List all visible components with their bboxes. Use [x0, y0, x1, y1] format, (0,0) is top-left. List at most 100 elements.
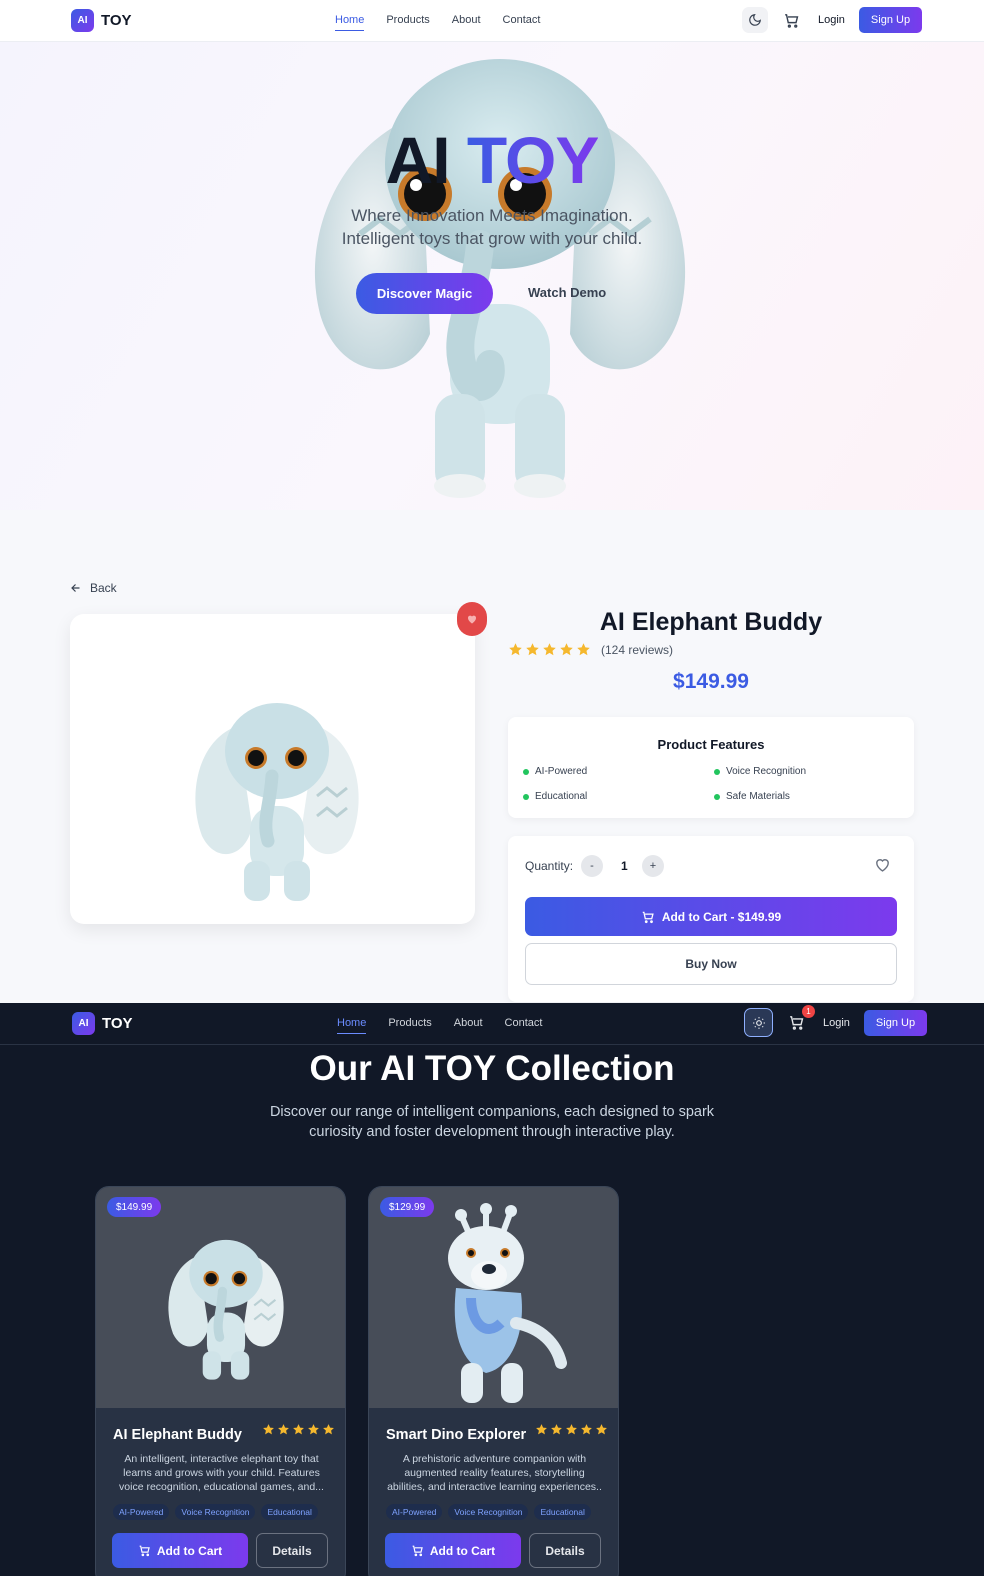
elephant-product-image: [195, 703, 359, 901]
hero-subtitle-line1: Where Innovation Meets Imagination.: [351, 206, 633, 225]
favorite-heart-button[interactable]: [457, 602, 487, 636]
rating-stars: [262, 1423, 335, 1436]
add-to-cart-label: Add to Cart: [429, 1543, 496, 1558]
tag: Voice Recognition: [448, 1504, 529, 1520]
arrow-left-icon: [71, 584, 80, 592]
collection-subtitle: Discover our range of intelligent compan…: [269, 1104, 715, 1140]
heart-outline-icon: [876, 859, 889, 872]
nav-link-home[interactable]: Home: [335, 14, 365, 31]
product-card-image: $149.99: [96, 1187, 345, 1408]
card-add-to-cart-button[interactable]: Add to Cart: [112, 1533, 248, 1568]
add-to-cart-label: Add to Cart - $149.99: [661, 909, 782, 924]
nav-link-contact[interactable]: Contact: [505, 1017, 543, 1034]
back-button[interactable]: Back: [70, 581, 117, 595]
star-icon: [323, 1424, 334, 1435]
nav-link-home[interactable]: Home: [337, 1017, 367, 1034]
watch-demo-button[interactable]: Watch Demo: [528, 285, 606, 300]
add-to-cart-label: Add to Cart: [156, 1543, 223, 1558]
nav-actions: 1 Login Sign Up: [744, 1004, 928, 1037]
product-card-image: $129.99: [369, 1187, 618, 1408]
tag: Voice Recognition: [175, 1504, 256, 1520]
quantity-increase-button[interactable]: +: [642, 855, 664, 877]
star-icon: [596, 1424, 607, 1435]
star-icon: [566, 1424, 577, 1435]
product-card-description: A prehistoric adventure companion with a…: [387, 1453, 602, 1493]
elephant-card-image: [168, 1239, 284, 1380]
signup-button[interactable]: Sign Up: [858, 7, 923, 33]
theme-toggle-button[interactable]: [742, 7, 768, 33]
nav-actions: Login Sign Up: [742, 7, 923, 33]
card-details-button[interactable]: Details: [256, 1533, 328, 1568]
product-price: $149.99: [673, 670, 749, 693]
feature-label: Safe Materials: [726, 791, 790, 802]
feature-item: AI-Powered: [523, 766, 587, 777]
star-icon: [293, 1424, 304, 1435]
back-label: Back: [90, 581, 117, 595]
star-icon: [278, 1424, 289, 1435]
review-count: (124 reviews): [601, 642, 674, 657]
logo-badge: AI: [72, 1012, 95, 1035]
nav-link-about[interactable]: About: [452, 14, 481, 31]
tag: AI-Powered: [386, 1504, 443, 1520]
logo[interactable]: AI TOY: [72, 1012, 133, 1035]
dark-navbar: AI TOY Home Products About Contact 1 Log…: [0, 1003, 984, 1045]
signup-button[interactable]: Sign Up: [863, 1009, 928, 1036]
nav-link-contact[interactable]: Contact: [503, 14, 541, 31]
feature-label: Educational: [535, 791, 588, 802]
cart-button[interactable]: [778, 7, 804, 33]
nav-link-products[interactable]: Products: [386, 14, 429, 31]
logo-badge: AI: [71, 9, 94, 32]
product-card-name: AI Elephant Buddy: [113, 1427, 242, 1443]
theme-toggle-button[interactable]: [744, 1008, 773, 1037]
card-details-button[interactable]: Details: [529, 1533, 601, 1568]
sun-icon: [752, 1016, 765, 1029]
add-to-cart-button[interactable]: Add to Cart - $149.99: [525, 897, 897, 936]
product-card-name: Smart Dino Explorer: [386, 1427, 527, 1443]
star-icon: [263, 1424, 274, 1435]
cart-count-badge: 1: [802, 1004, 815, 1018]
feature-item: Educational: [523, 791, 587, 802]
star-icon: [560, 643, 573, 656]
login-link[interactable]: Login: [823, 1017, 850, 1029]
feature-label: AI-Powered: [535, 766, 588, 777]
check-dot-icon: [714, 768, 720, 775]
top-navbar: AI TOY Home Products About Contact Login…: [0, 0, 984, 42]
star-icon: [577, 643, 590, 656]
star-icon: [509, 643, 522, 656]
quantity-decrease-button[interactable]: -: [581, 855, 603, 877]
product-card-description: An intelligent, interactive elephant toy…: [119, 1453, 324, 1493]
price-tag: $129.99: [380, 1197, 435, 1217]
rating-stars: [535, 1423, 608, 1436]
nav-link-about[interactable]: About: [454, 1017, 483, 1034]
hero-title-toy: TOY: [466, 123, 599, 197]
discover-magic-button[interactable]: Discover Magic: [356, 273, 493, 314]
features-title: Product Features: [657, 737, 765, 752]
collection-title: Our AI TOY Collection: [309, 1049, 675, 1088]
nav-link-products[interactable]: Products: [388, 1017, 431, 1034]
cart-button[interactable]: 1: [783, 1004, 815, 1036]
login-link[interactable]: Login: [818, 14, 845, 26]
product-detail-section: Back AI Elephant Buddy (124 reviews) $14…: [0, 510, 984, 1003]
logo-text: TOY: [101, 12, 132, 29]
quantity-label: Quantity:: [525, 859, 574, 873]
product-rating: (124 reviews): [508, 642, 673, 657]
hero-section: AI TOY Where Innovation Meets Imaginatio…: [0, 42, 984, 510]
logo-text: TOY: [102, 1015, 133, 1032]
star-icon: [536, 1424, 547, 1435]
product-card[interactable]: $129.99 Smart Dino Explorer A prehistori…: [368, 1186, 619, 1576]
tag: AI-Powered: [113, 1504, 170, 1520]
feature-item: Safe Materials: [714, 791, 790, 802]
buy-now-button[interactable]: Buy Now: [525, 943, 897, 985]
moon-icon: [749, 14, 761, 26]
product-card[interactable]: $149.99 AI Elephant Buddy An intelligent…: [95, 1186, 346, 1576]
rating-stars: [508, 642, 591, 657]
hero-subtitle-line2: Intelligent toys that grow with your chi…: [341, 229, 643, 248]
wishlist-button[interactable]: [874, 856, 891, 878]
cart-icon: [642, 911, 654, 923]
hero-title: AI TOY: [0, 122, 984, 198]
quantity-value: 1: [621, 859, 628, 873]
card-add-to-cart-button[interactable]: Add to Cart: [385, 1533, 521, 1568]
tag: Educational: [261, 1504, 318, 1520]
cart-icon: [789, 1016, 803, 1030]
logo[interactable]: AI TOY: [71, 9, 132, 32]
